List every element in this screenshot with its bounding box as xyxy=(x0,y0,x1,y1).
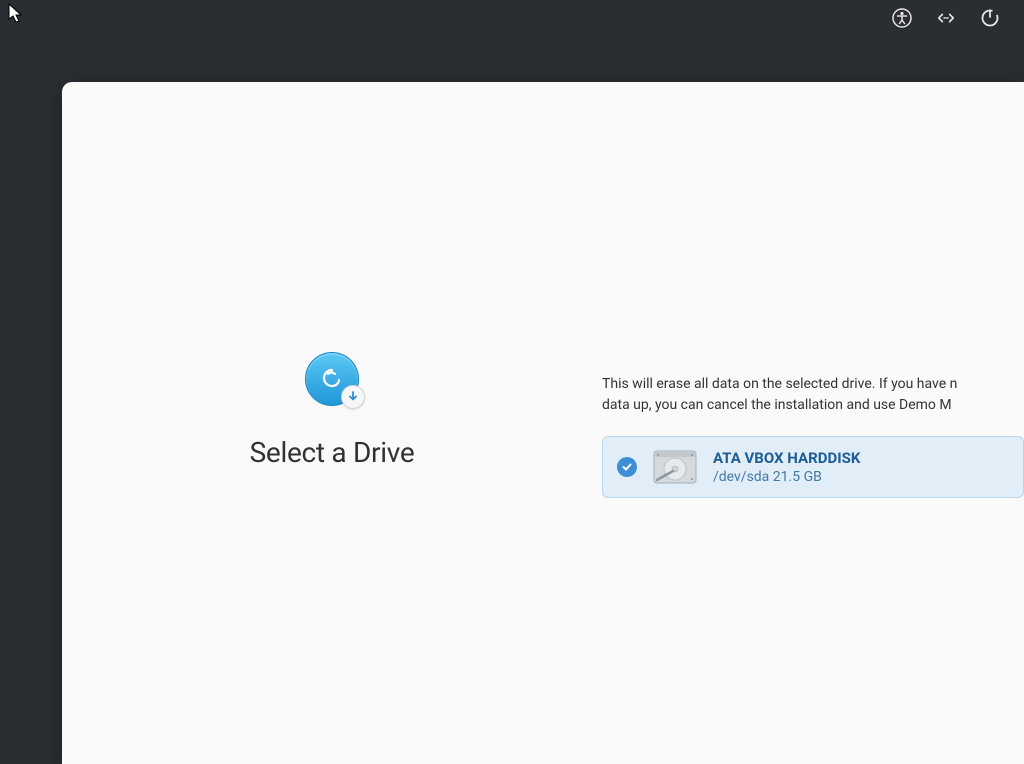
network-icon[interactable] xyxy=(936,8,956,28)
page-title: Select a Drive xyxy=(250,436,415,469)
download-badge-icon xyxy=(341,385,365,409)
warning-line-1: This will erase all data on the selected… xyxy=(602,376,957,392)
installer-logo xyxy=(305,352,359,406)
installer-window: Select a Drive This will erase all data … xyxy=(62,82,1024,764)
warning-line-2: data up, you can cancel the installation… xyxy=(602,397,952,413)
power-icon[interactable] xyxy=(980,8,1000,28)
drive-info: ATA VBOX HARDDISK /dev/sda 21.5 GB xyxy=(713,449,860,485)
system-top-bar xyxy=(0,0,1024,36)
drive-name: ATA VBOX HARDDISK xyxy=(713,449,860,467)
left-panel: Select a Drive xyxy=(62,282,602,764)
selected-checkmark-icon xyxy=(617,457,637,477)
right-panel: This will erase all data on the selected… xyxy=(602,282,1024,764)
warning-text: This will erase all data on the selected… xyxy=(602,374,1024,416)
drive-item[interactable]: ATA VBOX HARDDISK /dev/sda 21.5 GB xyxy=(602,436,1024,498)
harddisk-icon xyxy=(651,447,699,487)
accessibility-icon[interactable] xyxy=(892,8,912,28)
drive-details: /dev/sda 21.5 GB xyxy=(713,469,860,485)
